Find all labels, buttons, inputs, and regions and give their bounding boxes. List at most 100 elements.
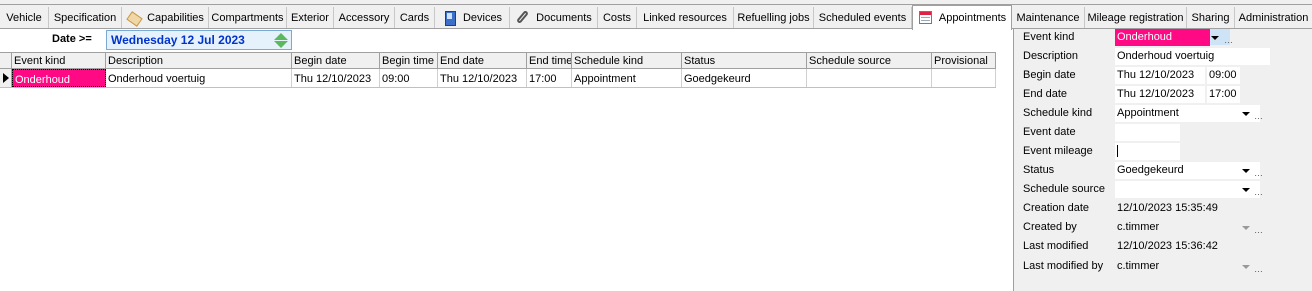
- event-mileage-label: Event mileage: [1023, 145, 1093, 157]
- schedule-source-label: Schedule source: [1023, 183, 1105, 195]
- status-field[interactable]: Goedgekeurd: [1115, 162, 1260, 179]
- tab-label: Devices: [462, 11, 503, 24]
- end-date-field[interactable]: Thu 12/10/2023: [1115, 86, 1205, 103]
- event-date-label: Event date: [1023, 126, 1076, 138]
- column-header-schedule-source[interactable]: Schedule source: [807, 53, 932, 68]
- ellipsis-icon: …: [1254, 225, 1263, 235]
- cell-event-kind[interactable]: Onderhoud: [12, 69, 106, 87]
- tab-linked-resources[interactable]: Linked resources: [637, 7, 734, 28]
- ellipsis-icon[interactable]: …: [1224, 35, 1233, 45]
- tab-maintenance[interactable]: Maintenance: [1012, 7, 1085, 28]
- event-mileage-field[interactable]: [1115, 143, 1180, 160]
- paperclip-icon: [515, 10, 531, 26]
- tab-administration[interactable]: Administration: [1235, 7, 1312, 28]
- ellipsis-icon[interactable]: …: [1254, 111, 1263, 121]
- column-header-description[interactable]: Description: [106, 53, 292, 68]
- date-filter-input[interactable]: Wednesday 12 Jul 2023: [106, 30, 292, 50]
- device-icon: [442, 10, 458, 26]
- tab-label: Cards: [399, 11, 430, 24]
- table-row[interactable]: Onderhoud Onderhoud voertuig Thu 12/10/2…: [0, 69, 996, 88]
- detail-panel: Event kind Onderhoud … Description Onder…: [1013, 29, 1312, 291]
- cell-provisional[interactable]: [932, 69, 996, 87]
- date-spinner[interactable]: [274, 33, 288, 48]
- event-kind-field[interactable]: Onderhoud: [1115, 29, 1210, 46]
- begin-date-label: Begin date: [1023, 69, 1076, 81]
- tab-label: Sharing: [1191, 11, 1230, 24]
- description-label: Description: [1023, 50, 1079, 62]
- ellipsis-icon: …: [1254, 264, 1263, 274]
- tab-accessory[interactable]: Accessory: [334, 7, 395, 28]
- event-date-field[interactable]: [1115, 124, 1180, 141]
- tab-sharing[interactable]: Sharing: [1187, 7, 1235, 28]
- column-header-begin-date[interactable]: Begin date: [292, 53, 380, 68]
- end-time-field[interactable]: 17:00: [1207, 86, 1240, 103]
- last-modified-by-label: Last modified by: [1023, 260, 1104, 272]
- created-by-value: c.timmer: [1117, 221, 1160, 233]
- tab-scheduled-events[interactable]: Scheduled events: [814, 7, 912, 28]
- cell-begin-date[interactable]: Thu 12/10/2023: [292, 69, 380, 87]
- date-filter-value: Wednesday 12 Jul 2023: [111, 33, 245, 47]
- schedule-source-field[interactable]: [1115, 181, 1260, 198]
- text-cursor: [1117, 145, 1118, 157]
- column-header-end-time[interactable]: End time: [527, 53, 572, 68]
- chevron-down-icon: [1242, 226, 1250, 230]
- tab-cards[interactable]: Cards: [395, 7, 435, 28]
- tab-label: Specification: [53, 11, 117, 24]
- column-header-schedule-kind[interactable]: Schedule kind: [572, 53, 682, 68]
- event-kind-label: Event kind: [1023, 31, 1075, 43]
- column-header-status[interactable]: Status: [682, 53, 807, 68]
- ellipsis-icon[interactable]: …: [1254, 168, 1263, 178]
- cell-schedule-source[interactable]: [807, 69, 932, 87]
- tab-capabilities[interactable]: Capabilities: [122, 7, 209, 28]
- column-header-provisional[interactable]: Provisional: [932, 53, 996, 68]
- tab-mileage-registration[interactable]: Mileage registration: [1085, 7, 1187, 28]
- cell-end-date[interactable]: Thu 12/10/2023: [438, 69, 527, 87]
- grid-header: Event kind Description Begin date Begin …: [0, 52, 996, 69]
- cell-begin-time[interactable]: 09:00: [380, 69, 438, 87]
- tab-appointments[interactable]: Appointments: [912, 5, 1012, 30]
- chevron-down-icon[interactable]: [1242, 188, 1250, 192]
- column-header-event-kind[interactable]: Event kind: [12, 53, 106, 68]
- tab-vehicle[interactable]: Vehicle: [0, 7, 49, 28]
- cell-schedule-kind[interactable]: Appointment: [572, 69, 682, 87]
- tab-exterior[interactable]: Exterior: [287, 7, 334, 28]
- chevron-down-icon[interactable]: [1242, 169, 1250, 173]
- tab-refuelling-jobs[interactable]: Refuelling jobs: [734, 7, 814, 28]
- tab-label: Scheduled events: [818, 11, 907, 24]
- schedule-kind-field[interactable]: Appointment: [1115, 105, 1260, 122]
- tag-icon: [126, 10, 142, 26]
- tab-compartments[interactable]: Compartments: [209, 7, 287, 28]
- tab-costs[interactable]: Costs: [598, 7, 637, 28]
- tab-bar: Vehicle Specification Capabilities Compa…: [0, 5, 1312, 30]
- spin-down-icon[interactable]: [274, 41, 288, 48]
- cell-status[interactable]: Goedgekeurd: [682, 69, 807, 87]
- status-label: Status: [1023, 164, 1055, 176]
- ellipsis-icon[interactable]: …: [1254, 187, 1263, 197]
- creation-date-value: 12/10/2023 15:35:49: [1117, 202, 1218, 214]
- tab-label: Maintenance: [1016, 11, 1080, 24]
- schedule-kind-label: Schedule kind: [1023, 107, 1093, 119]
- header-indicator: [0, 53, 12, 68]
- tab-label: Refuelling jobs: [737, 11, 810, 24]
- begin-date-field[interactable]: Thu 12/10/2023: [1115, 67, 1205, 84]
- tab-label: Costs: [602, 11, 632, 24]
- chevron-down-icon[interactable]: [1242, 112, 1250, 116]
- chevron-down-icon[interactable]: [1211, 36, 1219, 40]
- tab-documents[interactable]: Documents: [510, 7, 598, 28]
- description-field[interactable]: Onderhoud voertuig: [1115, 48, 1270, 65]
- cell-description[interactable]: Onderhoud voertuig: [106, 69, 292, 87]
- cell-end-time[interactable]: 17:00: [527, 69, 572, 87]
- calendar-icon: [918, 10, 934, 26]
- spin-up-icon[interactable]: [274, 33, 288, 40]
- column-header-begin-time[interactable]: Begin time: [380, 53, 438, 68]
- tab-devices[interactable]: Devices: [435, 7, 510, 28]
- column-header-end-date[interactable]: End date: [438, 53, 527, 68]
- tab-label: Linked resources: [643, 11, 727, 24]
- begin-time-field[interactable]: 09:00: [1207, 67, 1240, 84]
- last-modified-value: 12/10/2023 15:36:42: [1117, 240, 1218, 252]
- date-filter-label: Date >=: [52, 33, 92, 45]
- tab-specification[interactable]: Specification: [49, 7, 122, 28]
- tab-label: Compartments: [211, 11, 284, 24]
- tab-label: Administration: [1238, 11, 1309, 24]
- tab-label: Vehicle: [6, 11, 42, 24]
